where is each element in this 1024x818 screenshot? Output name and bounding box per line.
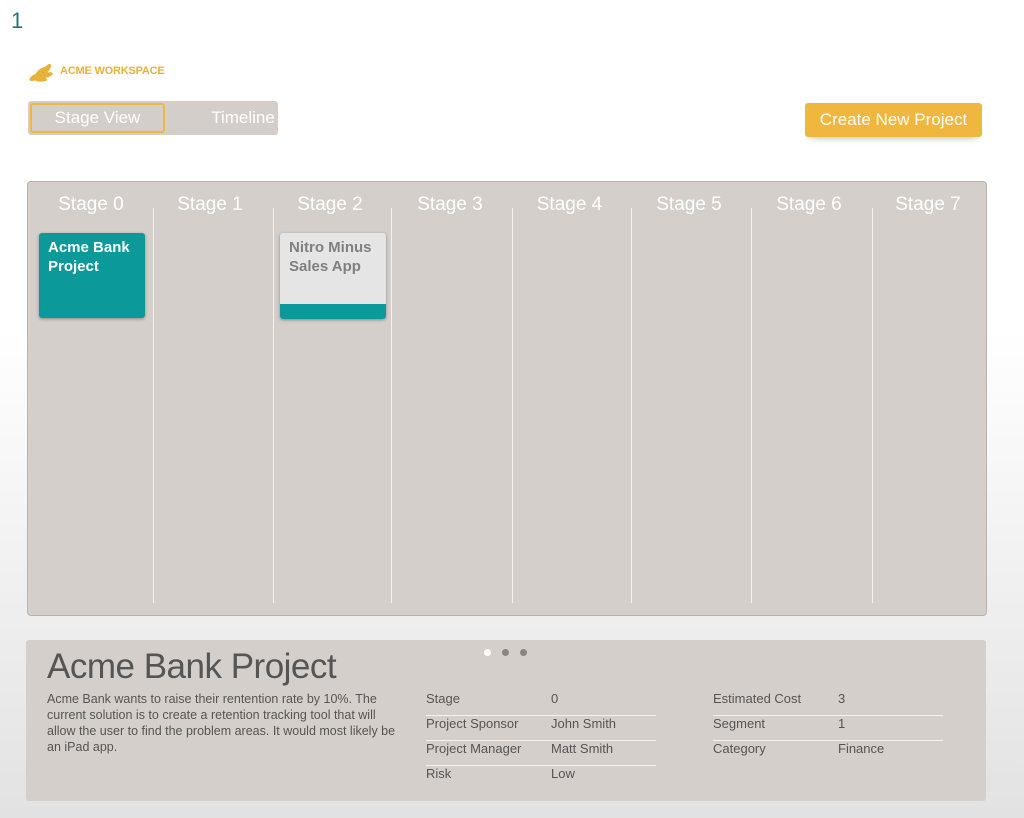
stage-column: Stage 5 <box>630 182 748 615</box>
stage-label: Stage 5 <box>656 194 722 215</box>
property-row: Risk Low <box>426 766 656 790</box>
pager-dot-3[interactable] <box>520 649 527 656</box>
property-label: Project Sponsor <box>426 716 519 731</box>
stage-divider <box>751 208 752 603</box>
property-row: Stage 0 <box>426 691 656 716</box>
stage-label: Stage 7 <box>895 194 961 215</box>
stage-label: Stage 1 <box>177 194 243 215</box>
laurel-icon <box>29 63 53 82</box>
stage-column: Stage 3 <box>390 182 510 615</box>
stage-column: Stage 4 <box>510 182 629 615</box>
stage-board: Stage 0 Stage 1 Stage 2 Stage 3 Stage 4 … <box>27 181 987 616</box>
stage-divider <box>631 208 632 603</box>
project-properties-right: Estimated Cost 3 Segment 1 Category Fina… <box>713 691 943 765</box>
property-label: Segment <box>713 716 766 731</box>
project-description: Acme Bank wants to raise their rententio… <box>47 692 396 754</box>
create-new-project-button[interactable]: Create New Project <box>805 103 982 137</box>
property-label: Stage <box>426 691 460 706</box>
view-toggle: Stage View Timeline <box>28 101 278 135</box>
stage-label: Stage 0 <box>58 194 124 215</box>
stage-divider <box>872 208 873 603</box>
property-label: Risk <box>426 766 452 781</box>
stage-label: Stage 4 <box>536 194 603 215</box>
stage-divider <box>273 208 274 603</box>
property-value: Low <box>551 766 575 781</box>
project-card-title: Acme Bank Project <box>48 239 130 275</box>
property-label: Estimated Cost <box>713 691 802 706</box>
stage-label: Stage 6 <box>776 194 842 215</box>
property-value: 0 <box>551 691 559 706</box>
brand-logo: ACME WORKSPACE <box>28 62 165 84</box>
pager-dot-2[interactable] <box>502 649 509 656</box>
project-card-acme-bank[interactable]: Acme Bank Project <box>39 233 145 318</box>
project-card-title: Nitro Minus Sales App <box>289 239 372 275</box>
project-card-nitro-minus[interactable]: Nitro Minus Sales App <box>280 233 386 319</box>
pager-dot-1[interactable] <box>484 649 491 656</box>
property-row: Project Manager Matt Smith <box>426 741 656 766</box>
property-value: Matt Smith <box>551 741 614 756</box>
property-value: Finance <box>838 741 885 756</box>
property-value: 3 <box>838 691 846 706</box>
project-properties-left: Stage 0 Project Sponsor John Smith Proje… <box>426 691 656 790</box>
property-label: Category <box>713 741 766 756</box>
stage-label: Stage 3 <box>417 194 483 215</box>
stage-divider <box>391 208 392 603</box>
property-value: 1 <box>838 716 846 731</box>
stage-divider <box>512 208 513 603</box>
property-row: Estimated Cost 3 <box>713 691 943 716</box>
pager-dots <box>484 649 527 656</box>
stage-divider <box>153 208 154 603</box>
project-details-panel: Acme Bank Project Acme Bank wants to rai… <box>26 640 986 801</box>
project-title: Acme Bank Project <box>47 647 337 686</box>
stage-view-tab[interactable]: Stage View <box>30 103 165 133</box>
stage-column: Stage 1 <box>151 182 269 615</box>
timeline-tab[interactable]: Timeline <box>181 101 305 135</box>
stage-label: Stage 2 <box>297 194 363 215</box>
stage-column: Stage 6 <box>749 182 869 615</box>
property-row: Project Sponsor John Smith <box>426 716 656 741</box>
property-value: John Smith <box>551 716 617 731</box>
brand-name: ACME WORKSPACE <box>60 65 165 77</box>
property-row: Category Finance <box>713 741 943 765</box>
property-row: Segment 1 <box>713 716 943 741</box>
stage-column: Stage 7 <box>869 182 987 615</box>
page-number: 1 <box>11 8 24 33</box>
property-label: Project Manager <box>426 741 522 756</box>
card-status-bar <box>280 304 386 319</box>
